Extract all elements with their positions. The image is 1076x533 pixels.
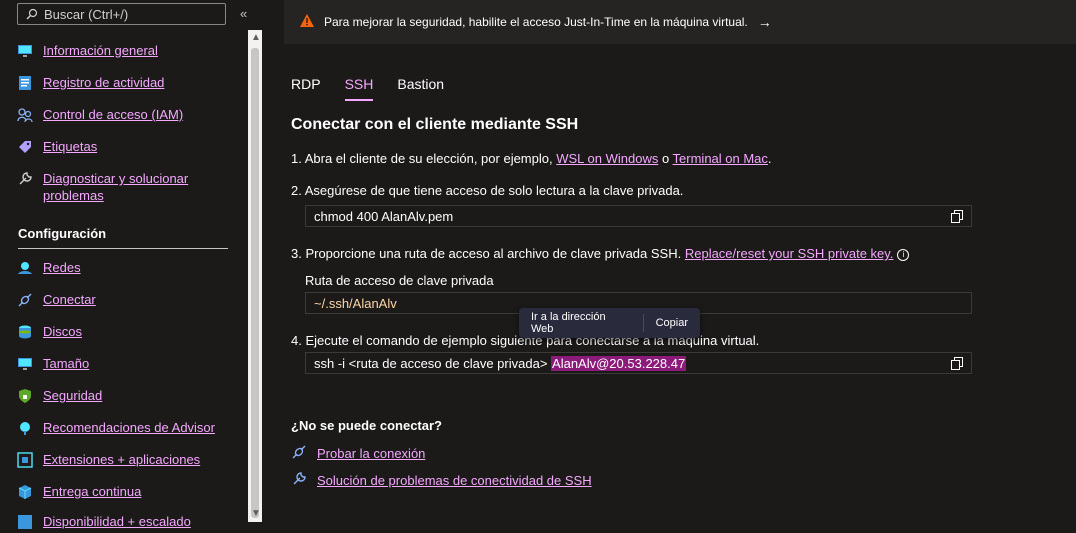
- sidebar-item-entrega-continua[interactable]: Entrega continua: [17, 483, 227, 500]
- step-1-period: .: [767, 151, 772, 166]
- ssh-troubleshoot-label[interactable]: Solución de problemas de conectividad de…: [317, 473, 592, 488]
- sidebar: Buscar (Ctrl+/) « Información general Re…: [0, 0, 248, 529]
- copy-icon[interactable]: [951, 210, 963, 226]
- main-content: Para mejorar la seguridad, habilite el a…: [262, 0, 1076, 522]
- scroll-up-icon[interactable]: ▲: [251, 32, 261, 43]
- activity-log-icon: [17, 75, 33, 91]
- wrench-icon: [291, 471, 307, 490]
- availability-icon: [17, 514, 33, 530]
- search-placeholder: Buscar (Ctrl+/): [44, 6, 129, 22]
- sidebar-item-tamano[interactable]: Tamaño: [17, 355, 227, 372]
- sidebar-item-overview[interactable]: Información general: [17, 42, 227, 59]
- jit-warning-banner[interactable]: Para mejorar la seguridad, habilite el a…: [284, 0, 1076, 44]
- ssh-troubleshoot-link[interactable]: Solución de problemas de conectividad de…: [291, 471, 592, 490]
- people-icon: [17, 107, 33, 123]
- sidebar-item-activity-log[interactable]: Registro de actividad: [17, 74, 227, 91]
- sidebar-item-conectar[interactable]: Conectar: [17, 291, 227, 308]
- chmod-command: chmod 400 AlanAlv.pem: [314, 208, 454, 224]
- sidebar-item-seguridad[interactable]: Seguridad: [17, 387, 227, 404]
- wrench-icon: [17, 171, 33, 187]
- connect-icon: [17, 292, 33, 308]
- collapse-sidebar-button[interactable]: «: [240, 6, 247, 21]
- ssh-command-box[interactable]: ssh -i <ruta de acceso de clave privada>…: [305, 352, 972, 374]
- reset-ssh-key-link[interactable]: Replace/reset your SSH private key.: [685, 246, 894, 261]
- selection-context-menu: Ir a la dirección Web Copiar: [519, 308, 700, 338]
- sidebar-item-diagnose[interactable]: Diagnosticar y solucionar problemas: [17, 170, 227, 204]
- scroll-down-icon[interactable]: ▼: [251, 508, 261, 519]
- info-icon[interactable]: i: [897, 249, 910, 261]
- sidebar-scrollbar[interactable]: ▲ ▼: [248, 30, 262, 522]
- search-input[interactable]: Buscar (Ctrl+/): [17, 3, 226, 25]
- copy-icon[interactable]: [951, 357, 963, 373]
- sidebar-item-advisor[interactable]: Recomendaciones de Advisor: [17, 419, 227, 436]
- cube-icon: [17, 484, 33, 500]
- cant-connect-title: ¿No se puede conectar?: [291, 418, 442, 433]
- step-2: 2. Asegúrese de que tiene acceso de solo…: [291, 183, 684, 198]
- sidebar-item-redes[interactable]: Redes: [17, 259, 227, 276]
- monitor-icon: [17, 43, 33, 59]
- ssh-command-prefix: ssh -i <ruta de acceso de clave privada>: [314, 355, 552, 371]
- sidebar-item-discos[interactable]: Discos: [17, 323, 227, 340]
- page-heading: Conectar con el cliente mediante SSH: [291, 116, 579, 133]
- tab-bastion[interactable]: Bastion: [397, 76, 444, 101]
- tab-list: RDP SSH Bastion: [291, 76, 444, 101]
- search-icon: [26, 8, 38, 20]
- advisor-icon: [17, 420, 33, 436]
- section-divider: [18, 248, 228, 249]
- go-to-web-address-button[interactable]: Ir a la dirección Web: [519, 311, 643, 335]
- step-1-or: o: [658, 151, 673, 166]
- ssh-host-highlight[interactable]: AlanAlv@20.53.228.47: [551, 355, 687, 371]
- extensions-icon: [17, 452, 33, 468]
- disks-icon: [17, 324, 33, 340]
- step-3-text: 3. Proporcione una ruta de acceso al arc…: [291, 246, 685, 261]
- connect-icon: [291, 444, 307, 463]
- test-connection-label[interactable]: Probar la conexión: [317, 446, 425, 461]
- banner-text: Para mejorar la seguridad, habilite el a…: [324, 15, 748, 29]
- warning-icon: [300, 14, 314, 30]
- chmod-command-box[interactable]: chmod 400 AlanAlv.pem: [305, 205, 972, 227]
- scrollbar-thumb[interactable]: [251, 48, 259, 518]
- arrow-right-icon[interactable]: →: [758, 14, 772, 30]
- path-field-label: Ruta de acceso de clave privada: [305, 273, 494, 288]
- sidebar-item-iam[interactable]: Control de acceso (IAM): [17, 106, 227, 123]
- step-1: 1. Abra el cliente de su elección, por e…: [291, 151, 772, 166]
- sidebar-item-tags[interactable]: Etiquetas: [17, 138, 227, 155]
- tag-icon: [17, 139, 33, 155]
- tab-ssh[interactable]: SSH: [344, 76, 374, 101]
- copy-button[interactable]: Copiar: [644, 317, 700, 329]
- shield-icon: [17, 388, 33, 404]
- network-icon: [17, 260, 33, 276]
- terminal-mac-link[interactable]: Terminal on Mac: [673, 151, 768, 166]
- wsl-link[interactable]: WSL on Windows: [556, 151, 658, 166]
- tab-rdp[interactable]: RDP: [291, 76, 321, 101]
- step-3: 3. Proporcione una ruta de acceso al arc…: [291, 246, 910, 261]
- private-key-path-value: ~/.ssh/AlanAlv: [314, 295, 397, 311]
- monitor-icon: [17, 356, 33, 372]
- test-connection-link[interactable]: Probar la conexión: [291, 444, 425, 463]
- section-title-configuracion: Configuración: [18, 226, 107, 241]
- step-1-text: 1. Abra el cliente de su elección, por e…: [291, 151, 557, 166]
- sidebar-item-extensiones[interactable]: Extensiones + aplicaciones: [17, 451, 227, 468]
